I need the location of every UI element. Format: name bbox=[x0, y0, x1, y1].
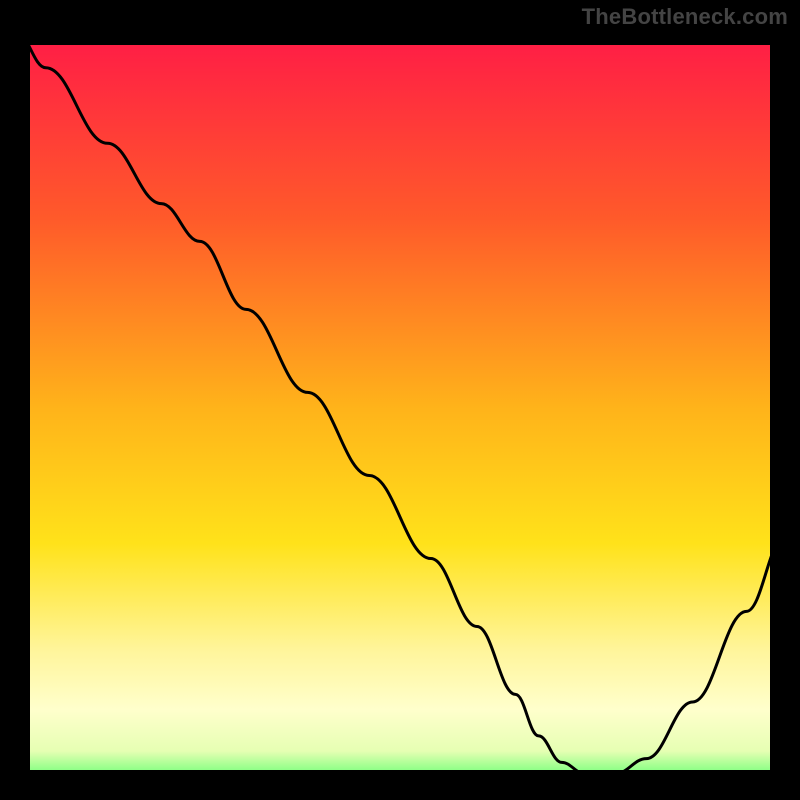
watermark-text: TheBottleneck.com bbox=[582, 4, 788, 30]
chart-plot-background bbox=[15, 30, 785, 785]
bottleneck-chart bbox=[0, 0, 800, 800]
chart-frame: TheBottleneck.com bbox=[0, 0, 800, 800]
